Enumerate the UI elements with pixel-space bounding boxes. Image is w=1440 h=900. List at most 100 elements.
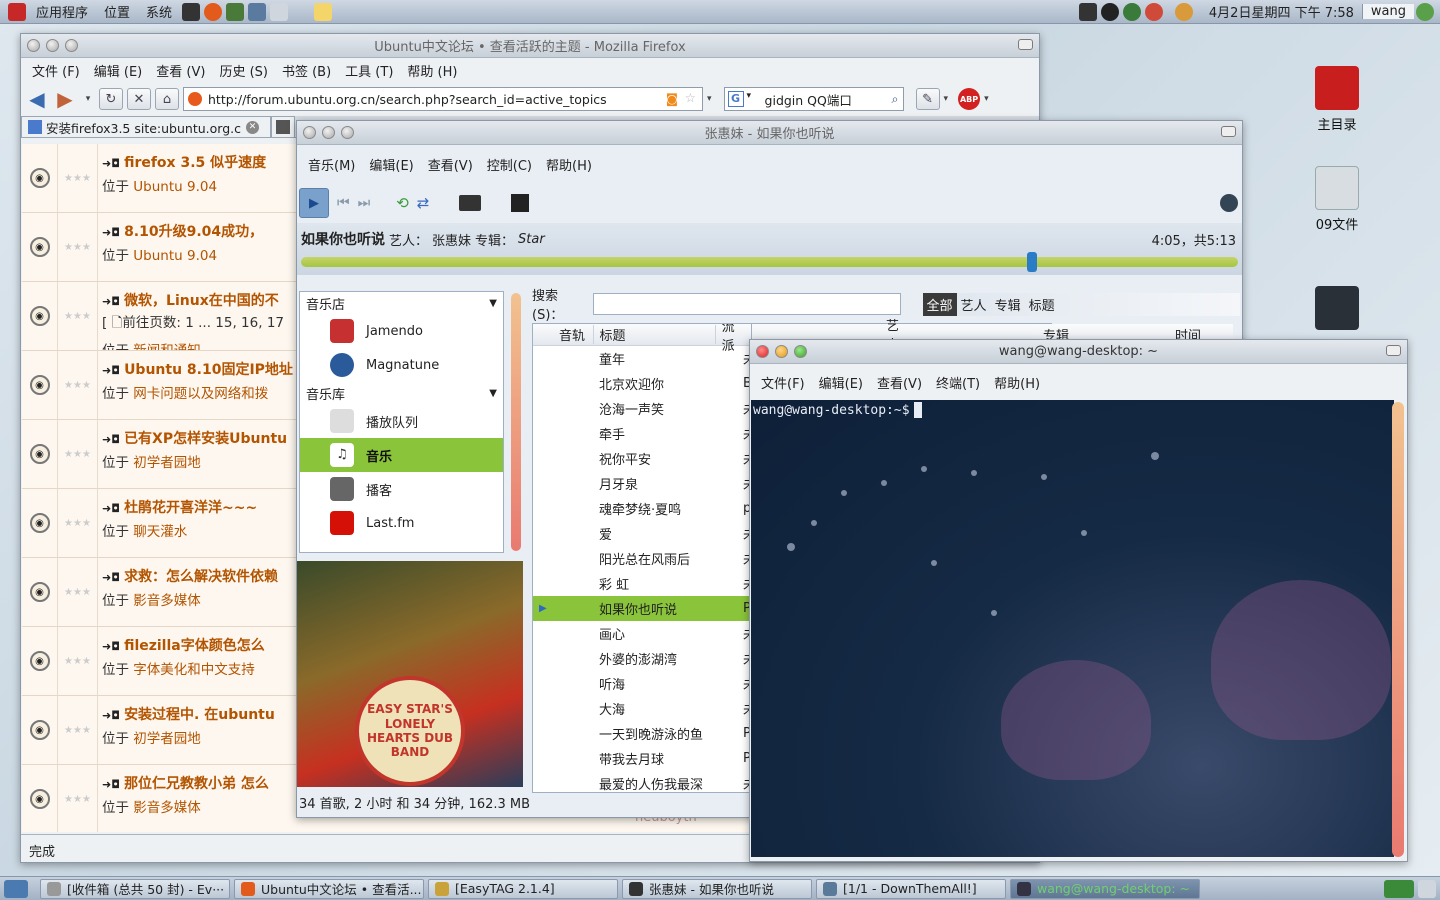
goto-new-icon[interactable]: ➜◘ — [102, 640, 120, 653]
play-icon[interactable]: ▶ — [299, 188, 329, 218]
forum-link[interactable]: Ubuntu 9.04 — [133, 248, 217, 264]
desktop-icon-home[interactable]: 主目录 — [1292, 66, 1382, 133]
menu-places[interactable]: 位置 — [96, 2, 138, 21]
qq-tray-icon[interactable] — [1100, 2, 1119, 21]
source-magnatune[interactable]: Magnatune — [300, 348, 503, 382]
source-scrollbar[interactable] — [511, 293, 521, 551]
filter-artist[interactable]: 艺人 — [957, 293, 991, 316]
tab-search[interactable]: 安装firefox3.5 site:ubuntu.org.c··· ✕ — [21, 116, 271, 137]
tab-forum[interactable] — [271, 116, 295, 137]
forward-arrow-icon[interactable]: ▶ — [53, 87, 77, 111]
menu-help[interactable]: 帮助(H) — [987, 373, 1047, 392]
bookmark-star-icon[interactable]: ☆ — [685, 90, 696, 105]
taskbar-button[interactable]: [收件箱 (总共 50 封) - Ev··· — [40, 878, 230, 899]
edit-icon[interactable]: ✎ — [915, 88, 940, 110]
magnifier-icon[interactable]: ⌕ — [892, 91, 899, 107]
goto-new-icon[interactable]: ➜◘ — [102, 502, 120, 515]
menu-control[interactable]: 控制(C) — [480, 155, 539, 174]
forum-link[interactable]: 影音多媒体 — [133, 593, 201, 609]
maximize-icon[interactable] — [65, 39, 78, 52]
close-icon[interactable] — [303, 126, 316, 139]
visualization-icon[interactable] — [511, 194, 530, 212]
close-icon[interactable] — [27, 39, 40, 52]
filter-title[interactable]: 标题 — [1025, 293, 1059, 316]
home-icon[interactable]: ⌂ — [155, 88, 179, 110]
swirl-tray-icon[interactable] — [1144, 2, 1163, 21]
menu-view[interactable]: 查看(V) — [421, 155, 480, 174]
song-row[interactable]: 祝你平安 未 — [533, 446, 751, 471]
menu-terminal[interactable]: 终端(T) — [929, 373, 987, 392]
forum-link[interactable]: 字体美化和中文支持 — [133, 662, 255, 678]
library-header[interactable]: 音乐库 ▼ — [300, 382, 503, 404]
menu-file[interactable]: 文件 (F) — [25, 61, 87, 80]
song-row[interactable]: 画心 未 — [533, 621, 751, 646]
goto-new-icon[interactable]: ➜◘ — [102, 571, 120, 584]
desktop-icon-folder[interactable] — [1292, 286, 1382, 334]
speaker-icon[interactable] — [1220, 194, 1238, 212]
store-header[interactable]: 音乐店 ▼ — [300, 292, 503, 314]
menu-applications[interactable]: 应用程序 — [28, 2, 96, 21]
tray-icon[interactable] — [1078, 2, 1097, 21]
firefox-titlebar[interactable]: Ubuntu中文论坛 • 查看活跃的主题 - Mozilla Firefox — [21, 34, 1039, 58]
menu-view[interactable]: 查看 (V) — [149, 61, 212, 80]
clock[interactable]: 4月2日星期四 下午 7:58 — [1201, 2, 1362, 21]
terminal-titlebar[interactable]: wang@wang-desktop: ~ — [750, 340, 1407, 364]
song-row[interactable]: 爱 未 — [533, 521, 751, 546]
note-launcher-icon[interactable] — [314, 2, 333, 21]
stop-icon[interactable]: ✕ — [127, 88, 151, 110]
song-row[interactable]: 阳光总在风雨后 未 — [533, 546, 751, 571]
taskbar-button[interactable]: wang@wang-desktop: ~ — [1010, 878, 1200, 899]
menu-music[interactable]: 音乐(M) — [301, 155, 362, 174]
adblock-icon[interactable]: ABP — [958, 88, 981, 110]
taskbar-button[interactable]: [EasyTAG 2.1.4] — [428, 878, 618, 899]
song-row[interactable]: 外婆的澎湖湾 未 — [533, 646, 751, 671]
song-row[interactable]: 童年 未 — [533, 346, 751, 371]
song-row[interactable]: 沧海一声笑 未 — [533, 396, 751, 421]
topic-title-link[interactable]: 杜鹃花开喜洋洋~~~ — [124, 500, 257, 516]
menu-file[interactable]: 文件(F) — [754, 373, 812, 392]
filter-all[interactable]: 全部 — [922, 292, 957, 316]
desktop-icon-09files[interactable]: 09文件 — [1292, 166, 1382, 233]
song-row[interactable]: 彩 虹 未 — [533, 571, 751, 596]
topic-title-link[interactable]: Ubuntu 8.10固定IP地址 — [124, 362, 293, 378]
forum-link[interactable]: 网卡问题以及网络和拨 — [133, 386, 268, 402]
minimize-icon[interactable] — [775, 345, 788, 358]
goto-new-icon[interactable]: ➜◘ — [102, 295, 120, 308]
column-track[interactable]: 音轨 — [533, 325, 594, 344]
source-play-queue[interactable]: 播放队列 — [300, 404, 503, 438]
launcher-icon[interactable] — [270, 2, 289, 21]
menu-edit[interactable]: 编辑(E) — [362, 155, 420, 174]
shuffle-icon[interactable]: ⇄ — [417, 194, 430, 212]
menu-history[interactable]: 历史 (S) — [212, 61, 275, 80]
trash-icon[interactable] — [1418, 879, 1436, 898]
forum-link[interactable]: 聊天灌水 — [133, 524, 187, 540]
history-dropdown-icon[interactable]: ▾ — [81, 94, 95, 104]
topic-title-link[interactable]: 8.10升级9.04成功， — [124, 224, 263, 240]
topic-title-link[interactable]: 微软，Linux在中国的不 — [124, 293, 279, 309]
rhythmbox-titlebar[interactable]: 张惠妹 - 如果你也听说 — [297, 121, 1242, 145]
column-title[interactable]: 标题 — [594, 325, 716, 344]
monitor-launcher-icon[interactable] — [248, 2, 267, 21]
edit-dropdown-icon[interactable]: ▾ — [944, 94, 949, 104]
source-podcast[interactable]: 播客 — [300, 472, 503, 506]
close-icon[interactable] — [756, 345, 769, 358]
previous-icon[interactable]: ⏮ — [337, 195, 350, 211]
song-row[interactable]: 大海 未 — [533, 696, 751, 721]
source-music[interactable]: ♫ 音乐 — [300, 438, 503, 472]
goto-new-icon[interactable]: ➜◘ — [102, 364, 120, 377]
seek-bar[interactable] — [301, 252, 1238, 272]
forum-link[interactable]: 初学者园地 — [133, 455, 201, 471]
close-tab-icon[interactable]: ✕ — [246, 120, 259, 134]
menu-help[interactable]: 帮助 (H) — [400, 61, 464, 80]
taskbar-button[interactable]: Ubuntu中文论坛 • 查看活... — [234, 878, 424, 899]
library-search-input[interactable] — [592, 293, 901, 315]
topic-title-link[interactable]: filezilla字体颜色怎么 — [124, 638, 265, 654]
menu-help[interactable]: 帮助(H) — [539, 155, 599, 174]
tray-icon[interactable] — [1122, 2, 1141, 21]
menu-bookmarks[interactable]: 书签 (B) — [275, 61, 338, 80]
firefox-launcher-icon[interactable] — [204, 2, 223, 21]
workspace-switcher-icon[interactable] — [1384, 879, 1414, 898]
restore-icon[interactable] — [1018, 39, 1033, 50]
google-icon[interactable]: G — [727, 91, 744, 107]
menu-system[interactable]: 系统 — [138, 2, 180, 21]
